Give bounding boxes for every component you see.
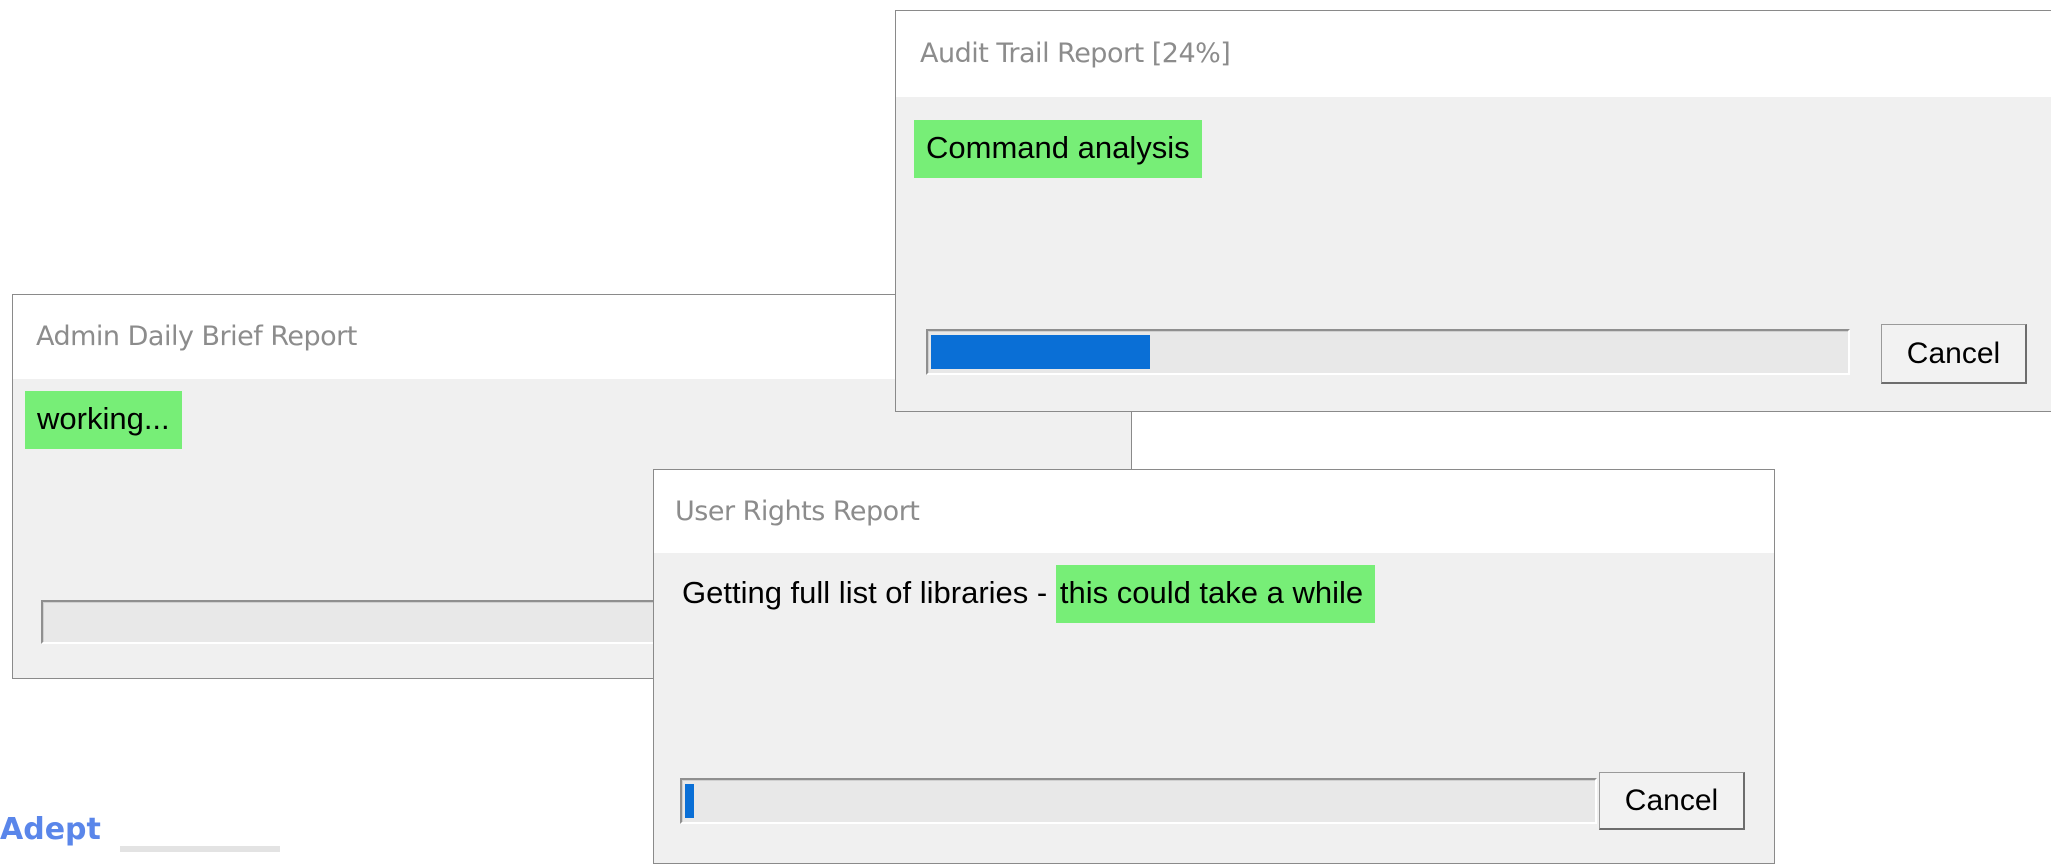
rights-status-highlight: this could take a while <box>1055 565 1376 623</box>
admin-dialog-title: Admin Daily Brief Report <box>36 321 357 352</box>
audit-dialog-titlebar[interactable]: Audit Trail Report [24%] <box>896 11 2051 97</box>
audit-progress-bar <box>926 329 1850 375</box>
rights-cancel-button[interactable]: Cancel <box>1599 772 1745 830</box>
rights-progress-fill <box>685 784 694 818</box>
audit-progress-fill <box>931 335 1150 369</box>
rights-status-prefix: Getting full list of libraries - <box>682 575 1056 610</box>
rights-dialog-titlebar[interactable]: User Rights Report <box>654 470 1774 553</box>
audit-dialog-message: Command analysis <box>914 120 1202 178</box>
brand-underline <box>120 846 280 852</box>
user-rights-dialog: User Rights Report Getting full list of … <box>653 469 1775 864</box>
audit-dialog-title: Audit Trail Report [24%] <box>920 38 1231 69</box>
brand-logo: Adept <box>0 812 101 847</box>
rights-dialog-message: Getting full list of libraries - this co… <box>682 565 1376 623</box>
rights-dialog-title: User Rights Report <box>675 496 920 527</box>
admin-status-text: working... <box>25 391 182 449</box>
rights-progress-bar <box>680 778 1597 824</box>
audit-status-text: Command analysis <box>914 120 1202 178</box>
audit-trail-dialog: Audit Trail Report [24%] Command analysi… <box>895 10 2051 412</box>
admin-dialog-message: working... <box>25 391 182 449</box>
audit-cancel-button[interactable]: Cancel <box>1881 324 2027 384</box>
